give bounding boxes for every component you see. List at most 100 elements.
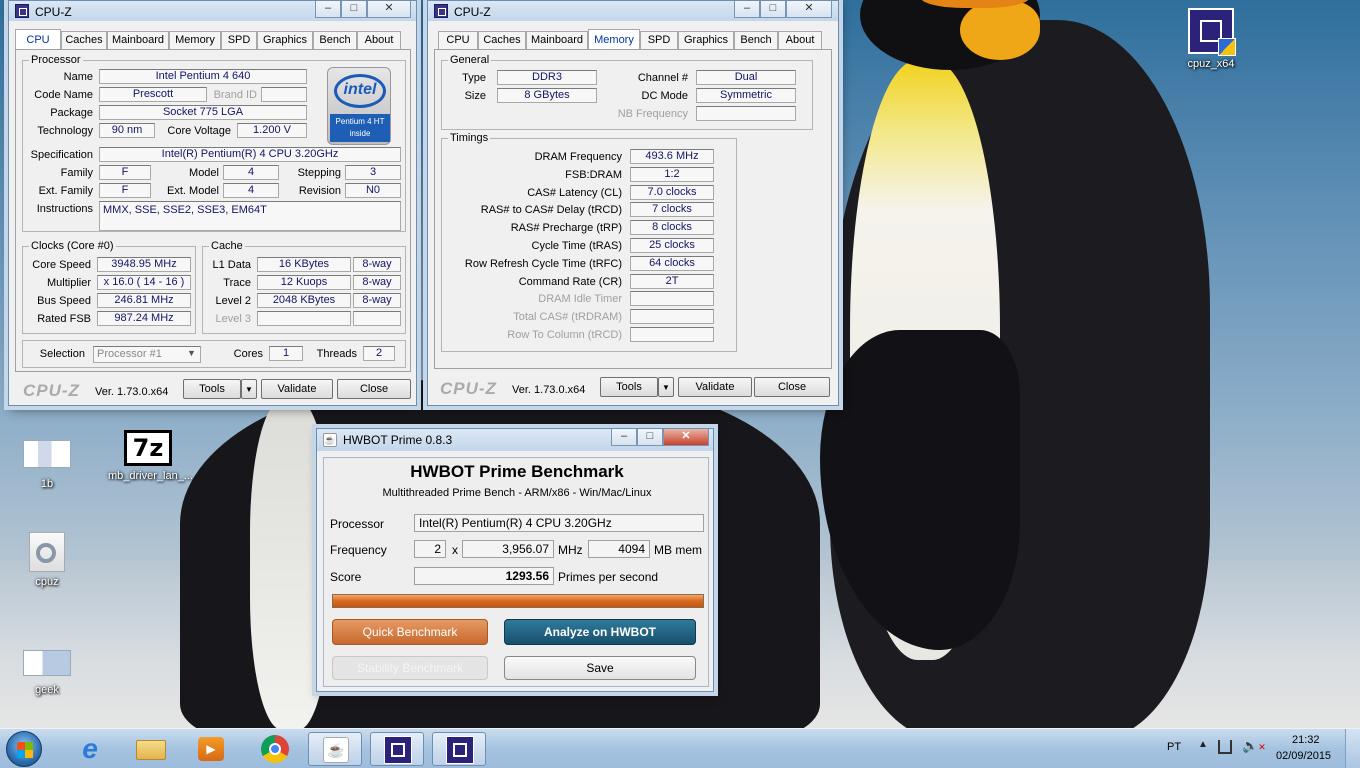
timing-label: FSB:DRAM xyxy=(565,168,622,181)
java-icon: ☕ xyxy=(323,737,349,763)
tab-graphics[interactable]: Graphics xyxy=(257,31,313,49)
intel-logo-text: intel xyxy=(334,74,386,108)
network-icon[interactable] xyxy=(1218,740,1232,754)
busspeed-label: Bus Speed xyxy=(37,295,91,307)
tab-about[interactable]: About xyxy=(778,31,822,49)
corevoltage-value: 1.200 V xyxy=(237,123,307,138)
desktop-icon-cpuz-x64[interactable]: cpuz_x64 xyxy=(1176,8,1246,70)
general-group: General Type DDR3 Size 8 GBytes Channel … xyxy=(441,54,813,130)
taskbar-cpuz-1[interactable] xyxy=(370,732,424,766)
group-title: Timings xyxy=(448,132,491,144)
tab-mainboard[interactable]: Mainboard xyxy=(107,31,169,49)
version-text: Ver. 1.73.0.x64 xyxy=(512,384,586,396)
technology-label: Technology xyxy=(37,125,93,137)
taskbar-media-player[interactable]: ▶ xyxy=(184,732,238,766)
close-window-button[interactable]: ✕ xyxy=(367,1,411,18)
show-desktop-button[interactable] xyxy=(1345,729,1360,768)
tab-cpu[interactable]: CPU xyxy=(15,29,61,49)
timing-value xyxy=(630,327,714,342)
frequency-value: 3,956.07 xyxy=(462,540,554,558)
desktop-icon-geek[interactable]: geek xyxy=(12,650,82,696)
maximize-button[interactable]: □ xyxy=(760,1,786,18)
cpuz-app-icon xyxy=(434,4,448,18)
tab-about[interactable]: About xyxy=(357,31,401,49)
cpuz-footer-logo: CPU-Z xyxy=(23,381,80,400)
trace-way: 8-way xyxy=(353,275,401,290)
validate-button[interactable]: Validate xyxy=(261,379,333,399)
clock-time[interactable]: 21:32 xyxy=(1292,734,1320,746)
tab-spd[interactable]: SPD xyxy=(221,31,257,49)
cpuz-app-icon xyxy=(15,4,29,18)
window-titlebar[interactable]: ☕ HWBOT Prime 0.8.3 – □ ✕ xyxy=(317,429,713,451)
memory-value: 4094 xyxy=(588,540,650,558)
tab-cpu[interactable]: CPU xyxy=(438,31,478,49)
timing-value xyxy=(630,309,714,325)
window-titlebar[interactable]: CPU-Z – □ ✕ xyxy=(428,1,838,21)
java-app-icon: ☕ xyxy=(323,433,337,447)
maximize-button[interactable]: □ xyxy=(637,429,663,446)
close-window-button[interactable]: ✕ xyxy=(663,429,709,446)
package-label: Package xyxy=(50,107,93,119)
volume-muted-icon[interactable]: 🔈✕ xyxy=(1242,738,1266,754)
tab-memory[interactable]: Memory xyxy=(588,29,640,49)
windows-logo-icon xyxy=(17,742,33,758)
taskbar-cpuz-2[interactable] xyxy=(432,732,486,766)
tab-bench[interactable]: Bench xyxy=(313,31,357,49)
model-value: 4 xyxy=(223,165,279,180)
threads-value: 2 xyxy=(414,540,446,558)
desktop-icon-label: 1b xyxy=(40,478,54,490)
quick-benchmark-button[interactable]: Quick Benchmark xyxy=(332,619,488,645)
desktop-icon-1b[interactable]: 1b xyxy=(12,440,82,490)
analyze-on-hwbot-button[interactable]: Analyze on HWBOT xyxy=(504,619,696,645)
close-button[interactable]: Close xyxy=(337,379,411,399)
save-button[interactable]: Save xyxy=(504,656,696,680)
tab-bench[interactable]: Bench xyxy=(734,31,778,49)
technology-value: 90 nm xyxy=(99,123,155,138)
timing-label: RAS# to CAS# Delay (tRCD) xyxy=(480,204,622,217)
close-window-button[interactable]: ✕ xyxy=(786,1,832,18)
tab-memory[interactable]: Memory xyxy=(169,31,221,49)
trace-label: Trace xyxy=(223,277,251,289)
l1data-way: 8-way xyxy=(353,257,401,272)
tools-dropdown-button[interactable]: ▼ xyxy=(658,377,674,397)
timing-value: 8 clocks xyxy=(630,220,714,236)
tab-caches[interactable]: Caches xyxy=(478,31,526,49)
show-hidden-icons-icon[interactable]: ▲ xyxy=(1198,739,1208,750)
tools-button[interactable]: Tools xyxy=(600,377,658,397)
language-indicator[interactable]: PT xyxy=(1167,741,1181,753)
close-button[interactable]: Close xyxy=(754,377,830,397)
hwbot-heading: HWBOT Prime Benchmark xyxy=(410,462,624,481)
instructions-value: MMX, SSE, SSE2, SSE3, EM64T xyxy=(99,201,401,231)
timing-value: 7.0 clocks xyxy=(630,184,714,200)
desktop-icon-mb-driver[interactable]: 7z mb_driver_lan_... xyxy=(108,430,193,482)
level3-label: Level 3 xyxy=(215,313,251,325)
timing-label: Row Refresh Cycle Time (tRFC) xyxy=(464,257,622,270)
minimize-button[interactable]: – xyxy=(315,1,341,18)
chevron-down-icon[interactable]: ▼ xyxy=(187,348,196,358)
l1data-label: L1 Data xyxy=(212,259,251,271)
minimize-button[interactable]: – xyxy=(734,1,760,18)
timing-value: 2T xyxy=(630,273,714,289)
minimize-button[interactable]: – xyxy=(611,429,637,446)
timing-label: Total CAS# (tRDRAM) xyxy=(513,311,622,324)
taskbar-internet-explorer[interactable]: e xyxy=(64,732,118,766)
taskbar-file-explorer[interactable] xyxy=(124,732,178,766)
taskbar-chrome[interactable] xyxy=(248,732,302,766)
validate-button[interactable]: Validate xyxy=(678,377,752,397)
window-titlebar[interactable]: CPU-Z – □ ✕ xyxy=(9,1,416,21)
tools-button[interactable]: Tools xyxy=(183,379,241,399)
desktop-icon-cpuz[interactable]: cpuz xyxy=(12,532,82,588)
tools-dropdown-button[interactable]: ▼ xyxy=(241,379,257,399)
maximize-button[interactable]: □ xyxy=(341,1,367,18)
tab-spd[interactable]: SPD xyxy=(640,31,678,49)
taskbar-java-hwbot[interactable]: ☕ xyxy=(308,732,362,766)
tab-caches[interactable]: Caches xyxy=(61,31,107,49)
processor-select[interactable]: Processor #1 xyxy=(93,346,201,363)
start-button[interactable] xyxy=(6,731,42,767)
size-label: Size xyxy=(464,90,486,102)
clock-date[interactable]: 02/09/2015 xyxy=(1276,750,1331,762)
tab-mainboard[interactable]: Mainboard xyxy=(526,31,588,49)
tab-graphics[interactable]: Graphics xyxy=(678,31,734,49)
stability-benchmark-button[interactable]: Stability Benchmark xyxy=(332,656,488,680)
codename-label: Code Name xyxy=(34,89,93,101)
